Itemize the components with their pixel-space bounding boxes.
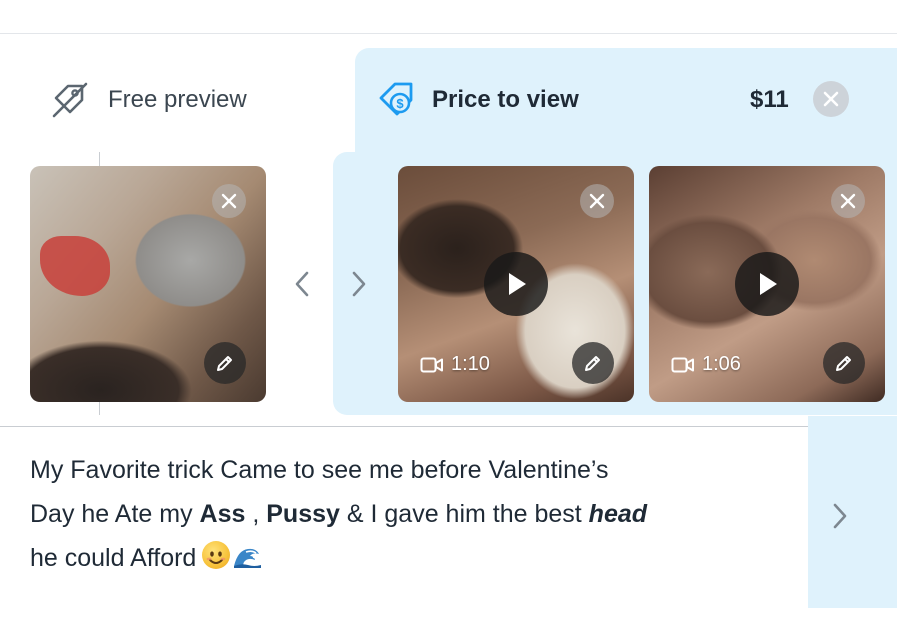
caption-bold-italic-text: head (588, 500, 648, 528)
paid-video-thumbnail[interactable]: 1:06 (649, 166, 885, 402)
caption-text: My Favorite trick Came to see me before … (30, 456, 609, 484)
price-tag-slash-icon (50, 80, 90, 120)
video-duration-text: 1:06 (702, 353, 741, 375)
remove-media-button[interactable] (212, 184, 246, 218)
remove-media-button[interactable] (580, 184, 614, 218)
caption-line: Day he Ate my Ass , Pussy & I gave him t… (30, 492, 790, 536)
pencil-icon (217, 356, 232, 371)
close-icon (840, 193, 856, 209)
tab-free-preview-label: Free preview (108, 86, 247, 113)
chevron-right-icon (352, 271, 366, 297)
carousel-next-button[interactable] (347, 267, 371, 301)
caption-bold-text: Pussy (266, 500, 340, 528)
video-duration: 1:10 (420, 353, 490, 376)
tab-price-to-view-label: Price to view (432, 86, 579, 113)
price-value[interactable]: $11 (750, 86, 789, 114)
play-icon (760, 273, 777, 295)
caption-text: & I gave him the best (339, 500, 589, 528)
video-duration-text: 1:10 (451, 353, 490, 375)
caption-line: he could Afford (30, 536, 790, 580)
play-video-button[interactable] (484, 252, 548, 316)
carousel-prev-button[interactable] (290, 267, 314, 301)
play-video-button[interactable] (735, 252, 799, 316)
svg-text:$: $ (396, 96, 404, 111)
paid-video-thumbnail[interactable]: 1:10 (398, 166, 634, 402)
caption-text: he could Afford (30, 544, 197, 572)
caption-next-button[interactable] (826, 496, 854, 536)
thumbnail-image-detail (40, 236, 110, 296)
video-camera-icon (671, 357, 694, 372)
chevron-right-icon (833, 503, 847, 529)
caption-bold-text: Ass (199, 500, 246, 528)
caption-text: Day he Ate my (30, 500, 200, 528)
tab-price-to-view[interactable]: $ Price to view $11 (355, 48, 897, 152)
close-icon (589, 193, 605, 209)
pencil-icon (836, 356, 851, 371)
remove-media-button[interactable] (831, 184, 865, 218)
smiling-face-icon (202, 541, 231, 569)
close-icon (221, 193, 237, 209)
water-wave-icon (232, 540, 262, 568)
edit-media-button[interactable] (204, 342, 246, 384)
tab-free-preview[interactable]: Free preview (0, 52, 355, 148)
top-divider (0, 33, 897, 34)
video-camera-icon (420, 357, 443, 372)
edit-media-button[interactable] (823, 342, 865, 384)
caption-text: , (245, 500, 267, 528)
video-duration: 1:06 (671, 353, 741, 376)
free-preview-thumbnail[interactable] (30, 166, 266, 402)
close-circle-icon (823, 91, 839, 107)
play-icon (509, 273, 526, 295)
clear-price-button[interactable] (813, 81, 849, 117)
dollar-tag-icon: $ (375, 78, 417, 120)
chevron-left-icon (295, 271, 309, 297)
edit-media-button[interactable] (572, 342, 614, 384)
caption-line: My Favorite trick Came to see me before … (30, 448, 790, 492)
pencil-icon (585, 356, 600, 371)
caption-divider (0, 426, 808, 427)
post-caption[interactable]: My Favorite trick Came to see me before … (30, 448, 790, 580)
